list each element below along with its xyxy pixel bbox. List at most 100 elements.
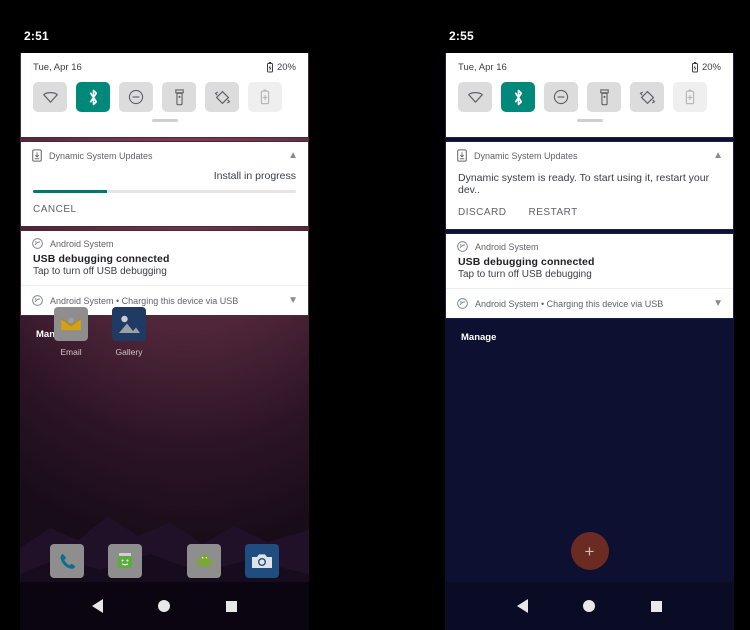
wifi-icon bbox=[467, 91, 483, 103]
notification-dynamic-system-updates[interactable]: Dynamic System Updates ▲ Dynamic system … bbox=[445, 141, 734, 230]
flashlight-icon bbox=[599, 88, 609, 105]
notification-body: USB debugging connected Tap to turn off … bbox=[446, 254, 733, 280]
dnd-icon bbox=[128, 89, 144, 105]
notification-app-name: Dynamic System Updates bbox=[474, 150, 578, 161]
app-email[interactable]: Email bbox=[52, 307, 90, 357]
notification-dynamic-system-updates[interactable]: Dynamic System Updates ▲ Install in prog… bbox=[20, 141, 309, 227]
notification-app-name: Android System bbox=[50, 238, 114, 249]
notification-usb-debugging[interactable]: Android System USB debugging connected T… bbox=[445, 233, 734, 319]
auto-rotate-tile[interactable] bbox=[205, 82, 239, 112]
gallery-icon bbox=[112, 307, 146, 341]
recents-icon[interactable] bbox=[226, 600, 238, 612]
status-clock: 2:55 bbox=[449, 29, 474, 43]
qs-battery-percent: 20% bbox=[276, 62, 296, 73]
plus-icon: + bbox=[584, 541, 595, 561]
notification-summary: Android System • Charging this device vi… bbox=[475, 298, 664, 309]
notification-body: Dynamic system is ready. To start using … bbox=[446, 164, 733, 196]
cancel-button[interactable]: CANCEL bbox=[33, 204, 77, 215]
quick-settings-panel-left[interactable]: Tue, Apr 16 20% bbox=[20, 53, 309, 138]
messages-icon bbox=[108, 544, 142, 578]
notification-status-text: Install in progress bbox=[213, 170, 296, 182]
envelope-glyph bbox=[60, 317, 82, 331]
auto-rotate-icon bbox=[214, 90, 230, 104]
bluetooth-icon bbox=[89, 89, 97, 105]
collapse-icon[interactable]: ▲ bbox=[713, 150, 723, 161]
expand-icon[interactable]: ▼ bbox=[713, 298, 723, 309]
home-app-row: Email Gallery bbox=[20, 291, 148, 357]
screen-content-left: Tue, Apr 16 20% Dynamic System Updates ▲… bbox=[20, 53, 309, 630]
android-system-icon bbox=[457, 298, 468, 309]
bluetooth-tile[interactable] bbox=[501, 82, 535, 112]
qs-battery-percent: 20% bbox=[701, 62, 721, 73]
android-icon bbox=[187, 544, 221, 578]
notification-header: Dynamic System Updates ▲ bbox=[446, 142, 733, 164]
dock-app-phone[interactable] bbox=[48, 544, 86, 578]
status-bar-right: 2:55 bbox=[445, 0, 734, 53]
notification-charging[interactable]: Android System • Charging this device vi… bbox=[446, 289, 733, 318]
dock-spacer bbox=[164, 544, 185, 578]
flashlight-tile[interactable] bbox=[162, 82, 196, 112]
android-system-icon bbox=[32, 238, 43, 249]
manage-notifications-button[interactable]: Manage bbox=[445, 322, 734, 343]
quick-settings-tiles bbox=[21, 73, 308, 112]
handset-glyph bbox=[60, 553, 75, 569]
home-icon[interactable] bbox=[158, 600, 171, 612]
home-dock bbox=[20, 544, 309, 578]
notification-actions: CANCEL bbox=[21, 193, 308, 226]
status-clock: 2:51 bbox=[24, 29, 49, 43]
notification-text: Dynamic system is ready. To start using … bbox=[458, 172, 710, 196]
system-update-icon bbox=[457, 149, 467, 162]
phone-screen-left: 2:51 Tue, Apr 16 20% Dynamic System Upda… bbox=[20, 0, 309, 630]
do-not-disturb-tile[interactable] bbox=[119, 82, 153, 112]
notification-text: Tap to turn off USB debugging bbox=[33, 266, 167, 277]
battery-saver-tile[interactable] bbox=[248, 82, 282, 112]
back-icon[interactable] bbox=[516, 599, 528, 613]
status-bar-left: 2:51 bbox=[20, 0, 309, 53]
home-icon[interactable] bbox=[583, 600, 596, 612]
notification-header: Android System bbox=[446, 234, 733, 254]
qs-battery-status: 20% bbox=[266, 62, 296, 73]
add-button-fab[interactable]: + bbox=[570, 532, 609, 570]
camera-icon bbox=[245, 544, 279, 578]
android-system-icon bbox=[457, 241, 468, 252]
flashlight-tile[interactable] bbox=[587, 82, 621, 112]
dock-app-android[interactable] bbox=[185, 544, 223, 578]
photo-glyph bbox=[119, 315, 140, 333]
wifi-tile[interactable] bbox=[33, 82, 67, 112]
quick-settings-tiles bbox=[446, 73, 733, 112]
phone-screen-right: 2:55 Tue, Apr 16 20% Dynamic System Upda… bbox=[445, 0, 734, 630]
battery-saver-icon bbox=[260, 89, 270, 105]
restart-button[interactable]: RESTART bbox=[529, 207, 578, 218]
quick-settings-header: Tue, Apr 16 20% bbox=[21, 53, 308, 73]
do-not-disturb-tile[interactable] bbox=[544, 82, 578, 112]
app-gallery[interactable]: Gallery bbox=[110, 307, 148, 357]
notification-app-name: Android System bbox=[475, 241, 539, 252]
notification-title: USB debugging connected bbox=[33, 253, 170, 265]
dock-app-camera[interactable] bbox=[243, 544, 281, 578]
discard-button[interactable]: DISCARD bbox=[458, 207, 507, 218]
bluetooth-tile[interactable] bbox=[76, 82, 110, 112]
screen-content-right: Tue, Apr 16 20% Dynamic System Updates ▲… bbox=[445, 53, 734, 630]
notification-title: USB debugging connected bbox=[458, 256, 595, 268]
dock-app-messages[interactable] bbox=[106, 544, 144, 578]
back-icon[interactable] bbox=[91, 599, 103, 613]
quick-settings-panel-right[interactable]: Tue, Apr 16 20% bbox=[445, 53, 734, 138]
auto-rotate-tile[interactable] bbox=[630, 82, 664, 112]
notification-app-name: Dynamic System Updates bbox=[49, 150, 153, 161]
screenshot-stage: 2:51 Tue, Apr 16 20% Dynamic System Upda… bbox=[0, 0, 750, 630]
battery-saver-tile[interactable] bbox=[673, 82, 707, 112]
qs-date: Tue, Apr 16 bbox=[458, 62, 507, 73]
collapse-icon[interactable]: ▲ bbox=[288, 150, 298, 161]
expand-icon[interactable]: ▼ bbox=[288, 295, 298, 306]
bluetooth-icon bbox=[514, 89, 522, 105]
recents-icon[interactable] bbox=[651, 600, 663, 612]
phone-icon bbox=[50, 544, 84, 578]
quick-settings-drag-handle[interactable] bbox=[576, 119, 603, 122]
notification-stack-right: Dynamic System Updates ▲ Dynamic system … bbox=[445, 141, 734, 343]
email-icon bbox=[54, 307, 88, 341]
wifi-tile[interactable] bbox=[458, 82, 492, 112]
notification-actions: DISCARD RESTART bbox=[446, 196, 733, 229]
quick-settings-drag-handle[interactable] bbox=[151, 119, 178, 122]
qs-date: Tue, Apr 16 bbox=[33, 62, 82, 73]
notification-body: USB debugging connected Tap to turn off … bbox=[21, 251, 308, 277]
